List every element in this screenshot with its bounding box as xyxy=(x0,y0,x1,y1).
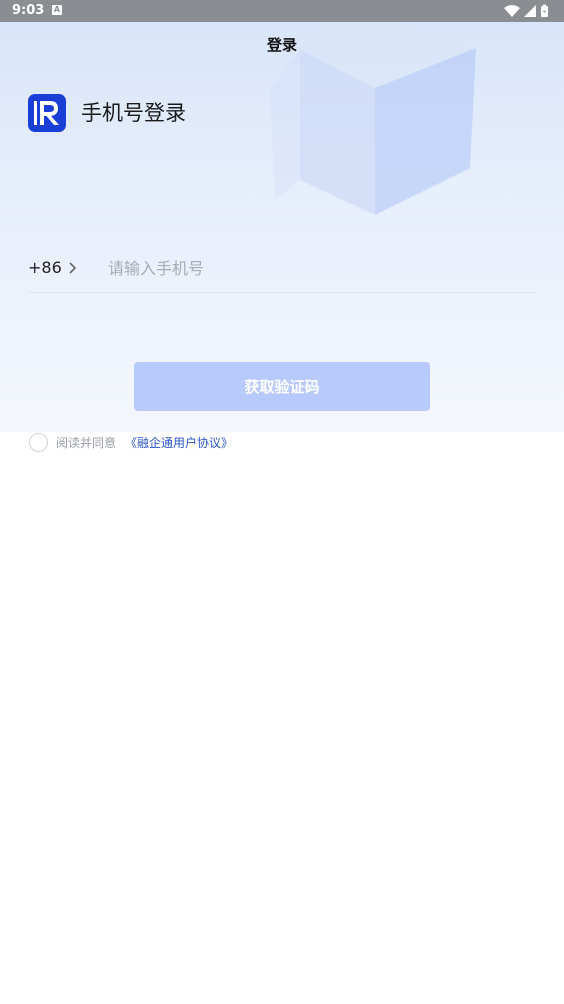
brand-title: 手机号登录 xyxy=(81,101,186,125)
status-bar: 9:03 A xyxy=(0,0,564,22)
page-title: 登录 xyxy=(266,36,297,54)
user-agreement-link[interactable]: 《融企通用户协议》 xyxy=(125,435,233,451)
status-time: 9:03 xyxy=(12,3,45,18)
agreement-checkbox[interactable] xyxy=(29,433,48,452)
chevron-right-icon[interactable] xyxy=(68,261,78,275)
r-logo-icon xyxy=(28,94,66,132)
status-icons xyxy=(504,4,548,17)
country-code-selector[interactable]: +86 xyxy=(28,258,62,278)
phone-number-input[interactable] xyxy=(108,254,508,282)
get-verification-code-button[interactable]: 获取验证码 xyxy=(134,362,430,411)
battery-icon xyxy=(541,4,548,17)
signal-icon xyxy=(524,5,536,17)
agreement-prefix: 阅读并同意 xyxy=(56,436,117,450)
wifi-icon xyxy=(504,5,520,17)
phone-input-row: +86 xyxy=(28,250,536,293)
notification-a-icon: A xyxy=(52,5,62,15)
